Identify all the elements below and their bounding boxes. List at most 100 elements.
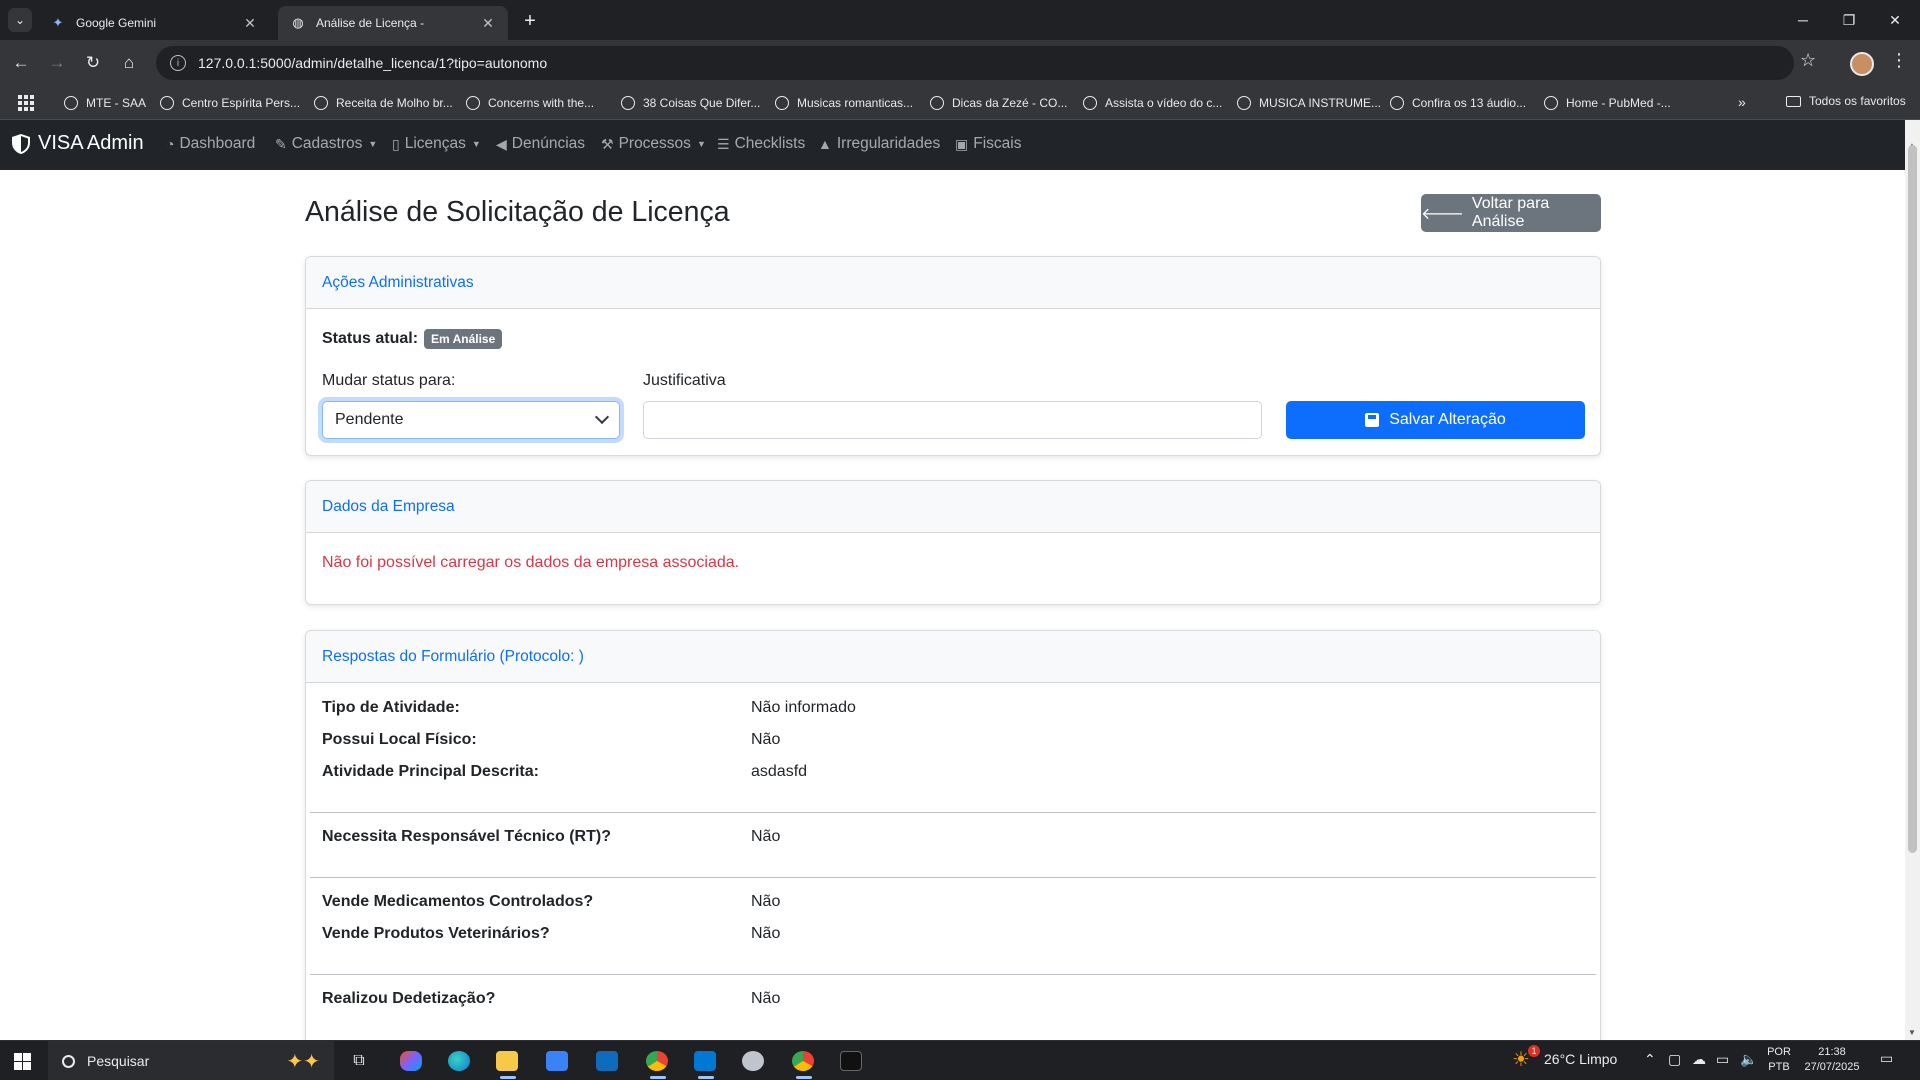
- close-tab-icon[interactable]: ✕: [480, 15, 496, 32]
- nav-checklists[interactable]: ☰ Checklists: [717, 135, 805, 153]
- bookmark-item[interactable]: Centro Espírita Pers...: [160, 94, 300, 112]
- meet-icon[interactable]: ▢: [1668, 1051, 1681, 1068]
- nav-irregularidades[interactable]: ▲ Irregularidades: [818, 135, 940, 153]
- new-tab-plus-icon[interactable]: +: [518, 9, 542, 33]
- browser-tab-analise[interactable]: ◍ Análise de Licença - ✕: [278, 6, 508, 40]
- bookmark-item[interactable]: Musicas romanticas...: [775, 94, 913, 112]
- nav-label: Denúncias: [511, 135, 586, 152]
- bookmark-label: MUSICA INSTRUME...: [1259, 96, 1382, 110]
- nav-dashboard[interactable]: ◔ Dashboard: [166, 135, 255, 153]
- bookmark-item[interactable]: Concerns with the...: [466, 94, 594, 112]
- network-icon[interactable]: ▭: [1716, 1051, 1729, 1068]
- selected-status: Pendente: [335, 411, 404, 428]
- restore-icon[interactable]: ❐: [1826, 0, 1872, 40]
- bookmark-item[interactable]: Confira os 13 áudio...: [1390, 94, 1526, 112]
- bookmark-item[interactable]: MTE - SAA: [64, 94, 146, 112]
- minimize-icon[interactable]: ─: [1780, 0, 1826, 40]
- globe-icon: [1544, 96, 1558, 110]
- browser-menu-icon[interactable]: ⋮: [1890, 50, 1908, 71]
- task-view-icon[interactable]: ⧉: [344, 1047, 374, 1075]
- all-bookmarks-folder[interactable]: Todos os favoritos: [1786, 94, 1906, 108]
- language-code: POR: [1767, 1046, 1791, 1058]
- bookmark-star-icon[interactable]: ☆: [1800, 50, 1816, 71]
- answer-row: Vende Produtos Veterinários? Não: [322, 925, 1582, 947]
- back-to-analysis-button[interactable]: 🡐 Voltar para Análise: [1421, 194, 1601, 232]
- save-status-button[interactable]: Salvar Alteração: [1286, 401, 1585, 439]
- address-bar[interactable]: i 127.0.0.1:5000/admin/detalhe_licenca/1…: [156, 46, 1794, 80]
- more-bookmarks-icon[interactable]: »: [1738, 94, 1746, 110]
- home-icon[interactable]: ⌂: [114, 48, 144, 78]
- chevron-up-icon[interactable]: ⌃: [1644, 1051, 1656, 1068]
- globe-icon: [1083, 96, 1097, 110]
- question: Vende Medicamentos Controlados?: [322, 893, 594, 910]
- python-editor-icon[interactable]: [738, 1047, 768, 1075]
- taskbar-search[interactable]: Pesquisar ✦✦: [48, 1041, 334, 1080]
- terminal-icon[interactable]: [836, 1047, 866, 1075]
- caret-down-icon: ▼: [471, 139, 481, 149]
- nav-cadastros[interactable]: ✎ Cadastros ▼: [275, 135, 377, 153]
- admin-actions-card: Ações Administrativas Status atual: Em A…: [305, 256, 1601, 456]
- chrome-icon[interactable]: [642, 1047, 672, 1079]
- vscode-icon[interactable]: [690, 1047, 720, 1079]
- bookmark-item[interactable]: MUSICA INSTRUME...: [1237, 94, 1381, 112]
- nav-label: Cadastros: [291, 135, 363, 152]
- bookmark-item[interactable]: Assista o vídeo do c...: [1083, 94, 1222, 112]
- close-tab-icon[interactable]: ✕: [242, 15, 258, 32]
- copilot-icon[interactable]: [396, 1047, 426, 1075]
- wrench-icon: ⚒: [601, 135, 614, 152]
- globe-icon: [1237, 96, 1251, 110]
- nav-licencas[interactable]: ▯ Licenças ▼: [392, 135, 481, 153]
- folder-icon: [1786, 95, 1801, 107]
- chrome-icon[interactable]: [788, 1047, 818, 1079]
- brand-logo[interactable]: VISA Admin: [12, 132, 144, 155]
- bookmark-item[interactable]: Receita de Molho br...: [314, 94, 453, 112]
- bookmark-item[interactable]: Home - PubMed -...: [1544, 94, 1671, 112]
- clock[interactable]: 21:38 27/07/2025: [1796, 1045, 1868, 1075]
- scroll-down-icon[interactable]: ▼: [1908, 1028, 1916, 1037]
- edge-icon[interactable]: [444, 1047, 474, 1075]
- keyboard-layout: PTB: [1768, 1061, 1790, 1073]
- reload-icon[interactable]: ↻: [78, 48, 108, 78]
- nav-processos[interactable]: ⚒ Processos ▼: [601, 135, 706, 153]
- nav-denuncias[interactable]: ◀ Denúncias: [496, 135, 585, 153]
- browser-tab-gemini[interactable]: ✦ Google Gemini ✕: [38, 6, 270, 40]
- volume-icon[interactable]: 🔈: [1740, 1051, 1757, 1068]
- folder-label: Todos os favoritos: [1809, 94, 1906, 108]
- change-status-label: Mudar status para:: [322, 372, 456, 389]
- nav-fiscais[interactable]: ▣ Fiscais: [955, 135, 1021, 153]
- brand-name: VISA Admin: [38, 132, 144, 154]
- globe-icon: [1390, 96, 1404, 110]
- page-scrollbar-thumb[interactable]: [1908, 145, 1917, 853]
- weather-alert-badge: 1: [1528, 1045, 1540, 1057]
- page-title: Análise de Solicitação de Licença: [305, 196, 730, 228]
- file-explorer-icon[interactable]: [492, 1047, 522, 1079]
- profile-avatar[interactable]: [1850, 52, 1874, 76]
- language-indicator[interactable]: POR PTB: [1762, 1045, 1796, 1075]
- site-info-icon[interactable]: i: [170, 55, 186, 71]
- onedrive-cloud-icon[interactable]: ☁: [1692, 1051, 1706, 1068]
- store-icon[interactable]: [542, 1047, 572, 1075]
- current-status: Status atual: Em Análise: [322, 329, 503, 349]
- back-arrow-icon[interactable]: ←: [6, 48, 36, 78]
- forward-arrow-icon[interactable]: →: [42, 48, 72, 78]
- weather-text[interactable]: 26°C Limpo: [1544, 1051, 1617, 1067]
- status-select[interactable]: Pendente: [322, 401, 620, 439]
- bookmark-item[interactable]: 38 Coisas Que Difer...: [621, 94, 760, 112]
- status-label: Status atual:: [322, 330, 419, 347]
- tab-title: Google Gemini: [76, 16, 157, 30]
- globe-icon: ◍: [292, 15, 304, 30]
- bookmark-item[interactable]: Dicas da Zezé - CO...: [930, 94, 1067, 112]
- close-window-icon[interactable]: ✕: [1872, 0, 1918, 40]
- windows-start-icon[interactable]: [14, 1053, 31, 1070]
- outlook-icon[interactable]: [592, 1047, 622, 1075]
- tab-search-chevron-icon[interactable]: ⌄: [8, 8, 32, 32]
- id-badge-icon: ▣: [955, 135, 969, 152]
- justification-input[interactable]: [643, 401, 1262, 439]
- bookmarks-bar: MTE - SAA Centro Espírita Pers... Receit…: [0, 86, 1920, 120]
- notifications-icon[interactable]: ▭: [1880, 1050, 1893, 1067]
- apps-grid-icon[interactable]: [18, 95, 34, 111]
- answer-row: Vende Medicamentos Controlados? Não: [322, 893, 1582, 915]
- bookmark-label: Dicas da Zezé - CO...: [952, 96, 1068, 110]
- answer-row: Tipo de Atividade: Não informado: [322, 699, 1582, 721]
- bookmark-label: Receita de Molho br...: [336, 96, 453, 110]
